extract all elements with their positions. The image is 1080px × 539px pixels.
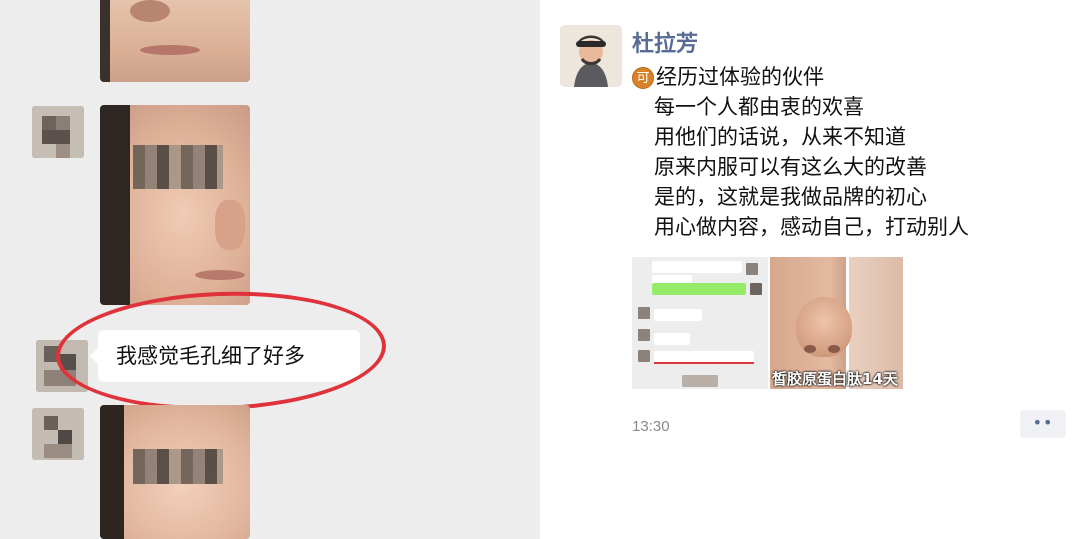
face-photo-top: [100, 0, 250, 82]
avatar-illustration-icon: [560, 25, 622, 87]
face-photo-after: [100, 405, 250, 539]
moments-post: 杜拉芳 可经历过体验的伙伴 每一个人都由衷的欢喜 用他们的话说，从来不知道 原来…: [540, 0, 1080, 539]
post-line: 用他们的话说，从来不知道: [654, 125, 906, 149]
post-line-text: 经历过体验的伙伴: [656, 65, 824, 89]
author-avatar[interactable]: [560, 25, 622, 87]
image-caption: 皙胶原蛋白肽14天: [772, 370, 898, 388]
eye-blur: [133, 145, 223, 189]
post-line: 可经历过体验的伙伴: [632, 62, 969, 92]
post-line: 用心做内容，感动自己，打动别人: [654, 215, 969, 239]
badge-icon: 可: [632, 67, 654, 89]
author-name[interactable]: 杜拉芳: [632, 26, 698, 58]
red-highlight-circle: [54, 286, 388, 416]
post-line: 原来内服可以有这么大的改善: [654, 155, 927, 179]
post-image-chat[interactable]: [632, 257, 768, 389]
red-underline: [654, 362, 754, 364]
contact-avatar: [32, 106, 84, 158]
post-line: 每一个人都由衷的欢喜: [654, 95, 864, 119]
face-photo-before: [100, 105, 250, 305]
post-timestamp: 13:30: [632, 418, 670, 435]
more-actions-button[interactable]: ••: [1020, 410, 1066, 438]
chat-screenshot: 我感觉毛孔细了好多: [0, 0, 540, 539]
ellipsis-icon: ••: [1032, 413, 1054, 432]
post-text: 可经历过体验的伙伴 每一个人都由衷的欢喜 用他们的话说，从来不知道 原来内服可以…: [632, 62, 969, 242]
eye-blur: [133, 449, 223, 485]
contact-avatar: [32, 408, 84, 460]
post-image-nose[interactable]: 皙胶原蛋白肽14天: [770, 257, 903, 389]
post-line: 是的，这就是我做品牌的初心: [654, 185, 927, 209]
